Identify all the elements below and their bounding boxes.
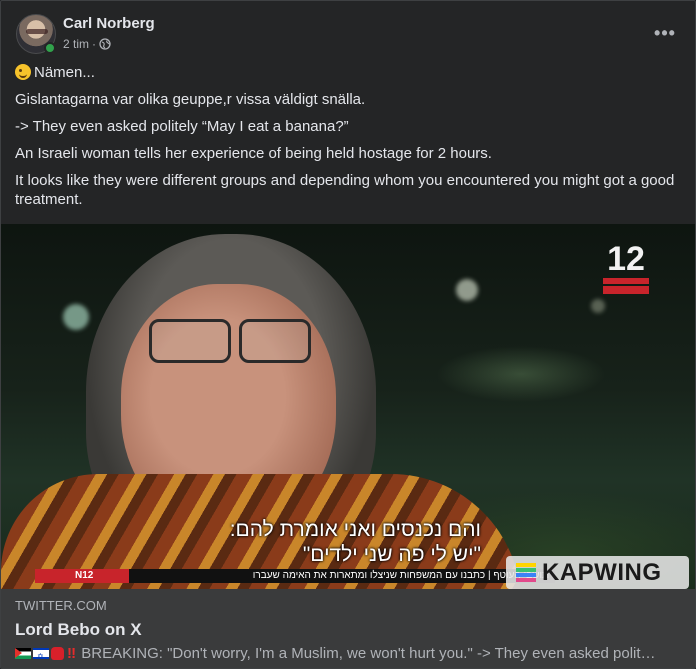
link-title[interactable]: Lord Bebo on X <box>15 619 683 640</box>
kapwing-watermark: KAPWING <box>506 556 689 589</box>
meta-separator: · <box>92 37 97 51</box>
post-paragraph-text: Nämen... <box>34 64 95 81</box>
link-domain: TWITTER.COM <box>15 598 107 613</box>
palestine-flag-icon <box>15 648 31 659</box>
facebook-post: Carl Norberg 2 tim · ••• Nämen... Gislan… <box>0 0 696 669</box>
double-exclamation-icon: ‼ <box>67 645 76 662</box>
link-description-text: BREAKING: "Don't worry, I'm a Muslim, we… <box>81 645 656 662</box>
video-thumbnail[interactable]: 12 והם נכנסים ואני אומרת להם: "יש לי פה … <box>1 224 695 589</box>
video-subtitle: והם נכנסים ואני אומרת להם: "יש לי פה שני… <box>230 517 481 567</box>
post-text: Nämen... Gislantagarna var olika geuppe,… <box>15 63 677 217</box>
subtitle-line: והם נכנסים ואני אומרת להם: <box>229 518 481 541</box>
ticker-badge: N12 <box>35 569 129 583</box>
logo-bar <box>603 286 649 294</box>
post-paragraph: It looks like they were different groups… <box>15 172 675 208</box>
background-light <box>63 304 89 330</box>
watermark-text: KAPWING <box>542 559 662 586</box>
post-meta: 2 tim · <box>63 37 111 51</box>
more-options-button[interactable]: ••• <box>647 17 683 49</box>
author-name[interactable]: Carl Norberg <box>63 15 155 32</box>
post-timestamp[interactable]: 2 tim <box>63 37 89 51</box>
post-paragraph: An Israeli woman tells her experience of… <box>15 145 492 162</box>
background-light <box>456 279 478 301</box>
link-preview-card[interactable]: TWITTER.COM Lord Bebo on X ‼ BREAKING: "… <box>1 589 695 668</box>
channel-number: 12 <box>607 240 645 278</box>
kapwing-logo-icon <box>516 563 536 583</box>
post-paragraph: -> They even asked politely “May I eat a… <box>15 118 349 135</box>
subtitle-line: "יש לי פה שני ילדים" <box>302 543 481 566</box>
logo-bar <box>603 278 649 284</box>
post-paragraph: Nämen... <box>15 63 677 82</box>
background-light <box>591 299 605 313</box>
post-paragraph: Gislantagarna var olika geuppe,r vissa v… <box>15 91 366 108</box>
link-description: ‼ BREAKING: "Don't worry, I'm a Muslim, … <box>15 644 683 663</box>
channel-12-logo: 12 <box>601 242 651 296</box>
glasses <box>239 319 311 363</box>
ellipsis-icon: ••• <box>654 22 676 43</box>
post-header: Carl Norberg 2 tim · ••• <box>15 13 681 57</box>
israel-flag-icon <box>33 647 49 663</box>
winking-face-icon <box>15 64 31 80</box>
boxing-glove-icon <box>51 647 64 660</box>
globe-icon <box>99 38 111 50</box>
glasses <box>149 319 231 363</box>
online-status-icon <box>44 42 56 54</box>
